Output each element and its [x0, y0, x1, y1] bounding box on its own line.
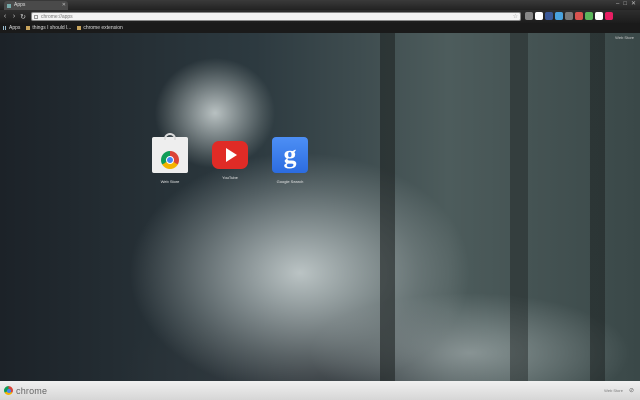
bookmark-apps[interactable]: Apps [3, 25, 20, 31]
extension-icon[interactable] [565, 12, 573, 20]
app-youtube[interactable]: YouTube [208, 137, 252, 180]
apps-grid-icon [3, 26, 7, 30]
extension-icons [525, 12, 613, 20]
bookmark-label: things I should l... [32, 25, 72, 31]
bookmark-label: chrome extension [83, 25, 123, 31]
tab-title: Apps [14, 2, 26, 8]
new-tab-apps-page: Web Store Web Store YouTube g Google Sea… [0, 33, 640, 381]
bottom-bar: chrome Web Store ⊘ [0, 381, 640, 400]
web-store-text[interactable]: Web Store [604, 388, 623, 393]
tab-apps[interactable]: Apps ✕ [4, 1, 68, 10]
browser-toolbar: ‹ › ↻ chrome://apps ☆ [0, 10, 640, 23]
extension-icon[interactable] [575, 12, 583, 20]
bookmark-folder-things[interactable]: things I should l... [26, 25, 71, 31]
extension-icon[interactable] [555, 12, 563, 20]
reload-button[interactable]: ↻ [19, 13, 27, 21]
extension-icon[interactable] [595, 12, 603, 20]
bookmark-label: Apps [9, 25, 21, 31]
app-label: YouTube [222, 175, 238, 180]
extension-icon[interactable] [535, 12, 543, 20]
web-store-link[interactable]: Web Store [615, 35, 634, 40]
chrome-brand-text: chrome [16, 385, 48, 396]
forward-button[interactable]: › [10, 13, 18, 20]
maximize-button[interactable]: □ [623, 0, 627, 8]
tab-close-icon[interactable]: ✕ [62, 2, 66, 8]
chrome-web-store-icon [152, 133, 188, 173]
trash-icon[interactable]: ⊘ [629, 387, 634, 394]
bookmark-folder-chrome-extension[interactable]: chrome extension [77, 25, 123, 31]
minimize-button[interactable]: – [616, 0, 619, 8]
window-controls: – □ ✕ [616, 0, 636, 8]
app-label: Google Search [276, 179, 304, 184]
wolf-wallpaper [0, 33, 640, 381]
title-bar: Apps ✕ – □ ✕ [0, 0, 640, 10]
chrome-logo-icon [4, 386, 13, 395]
extension-icon[interactable] [585, 12, 593, 20]
folder-icon [77, 26, 82, 30]
extension-icon[interactable] [525, 12, 533, 20]
page-icon [34, 14, 38, 19]
close-window-button[interactable]: ✕ [631, 0, 636, 8]
back-button[interactable]: ‹ [1, 13, 9, 20]
app-google-search[interactable]: g Google Search [268, 137, 312, 184]
apps-icon [7, 3, 11, 8]
extension-icon[interactable] [545, 12, 553, 20]
app-label: Web Store [160, 179, 180, 184]
extension-icon[interactable] [605, 12, 613, 20]
google-search-icon: g [272, 137, 308, 173]
folder-icon [26, 26, 31, 30]
address-bar[interactable]: chrome://apps ☆ [31, 12, 521, 21]
bookmarks-bar: Apps things I should l... chrome extensi… [0, 23, 640, 33]
bookmark-star-icon[interactable]: ☆ [513, 13, 518, 20]
app-web-store[interactable]: Web Store [148, 133, 192, 184]
bottom-right: Web Store ⊘ [604, 387, 634, 394]
youtube-icon [212, 141, 248, 169]
address-text[interactable]: chrome://apps [41, 14, 73, 20]
